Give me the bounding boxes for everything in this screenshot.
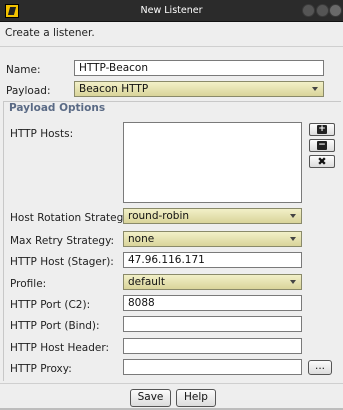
name-label: Name: xyxy=(6,64,41,76)
chevron-down-icon xyxy=(290,214,296,218)
payload-options-title: Payload Options xyxy=(9,102,108,114)
remove-host-button[interactable]: − xyxy=(309,139,335,152)
host-rotation-label: Host Rotation Strategy: xyxy=(10,212,133,224)
profile-select[interactable]: default xyxy=(123,274,302,290)
max-retry-label: Max Retry Strategy: xyxy=(10,235,115,247)
minimize-button[interactable] xyxy=(302,4,315,17)
http-proxy-field[interactable] xyxy=(123,359,302,375)
host-rotation-select[interactable]: round-robin xyxy=(123,208,302,224)
add-host-button[interactable]: + xyxy=(309,123,335,136)
divider xyxy=(0,46,343,47)
close-button[interactable] xyxy=(329,4,342,17)
http-host-stager-field[interactable]: 47.96.116.171 xyxy=(123,252,302,268)
window-title: New Listener xyxy=(140,5,203,16)
save-button[interactable]: Save xyxy=(130,389,171,407)
intro-text: Create a listener. xyxy=(5,27,95,39)
payload-label: Payload: xyxy=(6,85,51,97)
host-rotation-value: round-robin xyxy=(128,210,190,222)
max-retry-value: none xyxy=(128,233,155,245)
help-button[interactable]: Help xyxy=(176,389,216,407)
http-port-bind-field[interactable] xyxy=(123,316,302,332)
http-host-header-field[interactable] xyxy=(123,338,302,354)
chevron-down-icon xyxy=(290,280,296,284)
http-proxy-label: HTTP Proxy: xyxy=(10,363,72,375)
title-bar: New Listener xyxy=(0,0,343,22)
http-port-c2-field[interactable]: 8088 xyxy=(123,295,302,311)
payload-select[interactable]: Beacon HTTP xyxy=(74,81,324,97)
browse-proxy-button[interactable]: ... xyxy=(308,360,332,375)
http-hosts-list[interactable] xyxy=(123,122,302,203)
max-retry-select[interactable]: none xyxy=(123,231,302,247)
http-port-c2-label: HTTP Port (C2): xyxy=(10,299,91,311)
http-port-bind-label: HTTP Port (Bind): xyxy=(10,320,100,332)
profile-value: default xyxy=(128,276,165,288)
clear-hosts-button[interactable]: ✖ xyxy=(309,155,335,168)
x-icon: ✖ xyxy=(317,155,327,168)
maximize-button[interactable] xyxy=(316,4,329,17)
chevron-down-icon xyxy=(290,237,296,241)
http-host-header-label: HTTP Host Header: xyxy=(10,342,110,354)
plus-icon: + xyxy=(317,124,327,134)
http-hosts-label: HTTP Hosts: xyxy=(10,128,74,140)
divider xyxy=(0,383,343,384)
name-field[interactable]: HTTP-Beacon xyxy=(74,60,324,76)
chevron-down-icon xyxy=(312,87,318,91)
http-host-stager-label: HTTP Host (Stager): xyxy=(10,256,114,268)
minus-icon: − xyxy=(317,140,327,150)
payload-select-value: Beacon HTTP xyxy=(79,83,149,95)
profile-label: Profile: xyxy=(10,278,47,290)
